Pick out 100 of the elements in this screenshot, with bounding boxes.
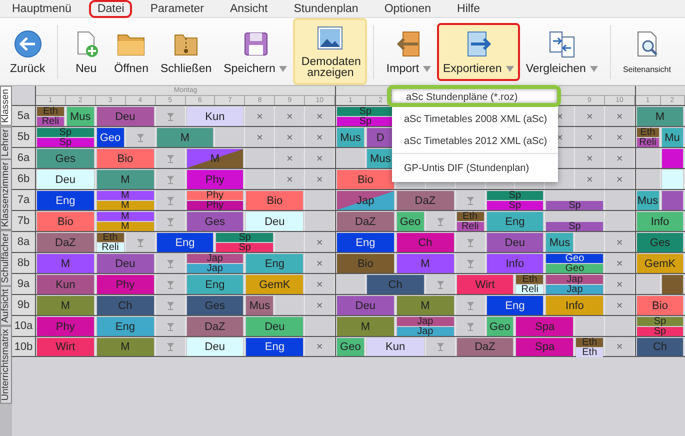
side-tab[interactable]: Schulfächer (0, 230, 12, 286)
lesson-block[interactable]: Reli (516, 285, 544, 294)
class-label[interactable]: 5b (12, 127, 35, 147)
lesson-block[interactable]: M (96, 338, 154, 356)
lesson-block[interactable]: Deu (186, 338, 244, 356)
lesson-block[interactable]: Jap (396, 327, 454, 336)
lesson-block[interactable]: M (96, 222, 154, 231)
lesson-block[interactable]: Reli (637, 138, 658, 147)
lesson-block[interactable]: Mus (246, 296, 274, 315)
lesson-block[interactable]: Kun (366, 338, 424, 356)
class-label[interactable]: 8b (12, 253, 35, 273)
menu-item[interactable]: Hauptmenü (4, 0, 80, 18)
lesson-block[interactable]: Geo (546, 254, 604, 263)
lesson-block[interactable]: Reli (456, 222, 484, 231)
lesson-block[interactable] (662, 191, 683, 210)
lesson-block[interactable]: Bio (246, 191, 304, 210)
toolbar-button[interactable]: Öffnen (108, 22, 154, 80)
lesson-block[interactable]: Sp (216, 233, 274, 242)
lesson-block[interactable]: Eng (337, 233, 394, 252)
menu-option[interactable]: aSc Timetables 2012 XML (aSc) (392, 129, 558, 151)
lesson-block[interactable] (662, 275, 683, 294)
lesson-block[interactable]: Deu (337, 296, 394, 315)
lesson-block[interactable]: Sp (337, 107, 394, 116)
lesson-block[interactable]: Wirt (456, 275, 514, 294)
lesson-block[interactable]: Sp (486, 191, 544, 200)
side-tab[interactable]: Aufsicht (0, 286, 12, 326)
lesson-block[interactable]: DaZ (337, 212, 394, 231)
lesson-block[interactable]: M (37, 254, 94, 273)
lesson-block[interactable]: DaZ (37, 233, 94, 252)
lesson-block[interactable]: Eng (246, 254, 304, 273)
lesson-block[interactable]: Info (486, 254, 544, 273)
lesson-block[interactable]: Geo (337, 338, 364, 356)
lesson-block[interactable]: Eng (186, 275, 244, 294)
lesson-block[interactable]: Geo (486, 317, 514, 336)
lesson-block[interactable]: M (156, 128, 214, 147)
menu-option[interactable]: aSc Stundenpläne (*.roz) (387, 85, 561, 107)
lesson-block[interactable]: D (366, 128, 394, 147)
lesson-block[interactable]: GemK (246, 275, 304, 294)
side-tab[interactable]: Klassenzimmer (0, 159, 12, 230)
class-label[interactable]: 10a (12, 316, 35, 336)
side-tab[interactable]: Klassen (0, 86, 12, 126)
class-label[interactable]: 7b (12, 211, 35, 231)
toolbar-button[interactable]: Schließen (154, 22, 218, 80)
toolbar-button[interactable]: Demodaten anzeigen (293, 18, 368, 85)
lesson-block[interactable]: Eng (246, 338, 304, 356)
side-tab[interactable]: Lehrer (0, 126, 12, 160)
lesson-block[interactable]: Deu (486, 233, 544, 252)
lesson-block[interactable]: Ges (37, 149, 94, 168)
side-tab[interactable]: Unterrichtsmatrix (0, 326, 12, 404)
lesson-block[interactable]: Sp (637, 327, 683, 336)
lesson-block[interactable]: Kun (186, 107, 244, 126)
lesson-block[interactable]: Jap (186, 264, 244, 273)
toolbar-button[interactable]: Neu (64, 22, 108, 80)
lesson-block[interactable]: Mus (546, 233, 574, 252)
lesson-block[interactable]: Eth (576, 348, 604, 357)
lesson-block[interactable]: Eng (156, 233, 214, 252)
lesson-block[interactable]: Bio (337, 170, 394, 189)
lesson-block[interactable]: Deu (96, 107, 154, 126)
lesson-block[interactable]: Spa (516, 317, 574, 336)
lesson-block[interactable]: M (96, 170, 154, 189)
lesson-block[interactable]: M (337, 317, 394, 336)
lesson-block[interactable]: Reli (96, 243, 124, 252)
lesson-block[interactable]: Phy (37, 317, 94, 336)
lesson-block[interactable]: Jap (186, 254, 244, 263)
lesson-block[interactable]: Ch (396, 233, 454, 252)
lesson-block[interactable]: Jap (546, 275, 604, 284)
class-label[interactable]: 9a (12, 274, 35, 294)
lesson-block[interactable]: Sp (546, 222, 604, 231)
menu-item[interactable]: Hilfe (449, 0, 488, 18)
lesson-block[interactable]: Bio (96, 149, 154, 168)
lesson-block[interactable]: Phy (186, 191, 244, 200)
lesson-block[interactable]: Mus (637, 191, 658, 210)
toolbar-button[interactable]: Seitenansicht (616, 22, 677, 80)
lesson-block[interactable]: Ges (186, 212, 244, 231)
lesson-block[interactable]: M (96, 201, 154, 210)
lesson-block[interactable]: Kun (37, 275, 94, 294)
menu-option[interactable]: aSc Timetables 2008 XML (aSc) (392, 107, 558, 129)
menu-item[interactable]: Stundenplan (286, 0, 366, 18)
lesson-block[interactable]: Reli (37, 117, 64, 126)
toolbar-button[interactable]: Vergleichen (520, 22, 604, 80)
lesson-block[interactable]: M (96, 191, 154, 200)
class-label[interactable]: 5a (12, 106, 35, 126)
lesson-block[interactable]: Deu (37, 170, 94, 189)
lesson-block[interactable]: Sp (486, 201, 544, 210)
lesson-block[interactable]: DaZ (396, 191, 454, 210)
lesson-block[interactable]: Geo (96, 128, 124, 147)
lesson-block[interactable]: DaZ (456, 338, 514, 356)
class-label[interactable]: 6b (12, 169, 35, 189)
lesson-block[interactable]: Deu (96, 254, 154, 273)
lesson-block[interactable]: Sp (637, 317, 683, 326)
class-label[interactable]: 7a (12, 190, 35, 210)
lesson-block[interactable]: DaZ (186, 317, 244, 336)
menu-item[interactable]: Optionen (376, 0, 440, 18)
lesson-block[interactable]: M (396, 254, 454, 273)
lesson-block[interactable]: Deu (246, 212, 304, 231)
lesson-block[interactable]: M (96, 212, 154, 221)
lesson-block[interactable]: Sp (337, 117, 394, 126)
lesson-block[interactable]: Sp (37, 138, 94, 147)
lesson-block[interactable]: Bio (37, 212, 94, 231)
lesson-block[interactable]: Eng (37, 191, 94, 210)
